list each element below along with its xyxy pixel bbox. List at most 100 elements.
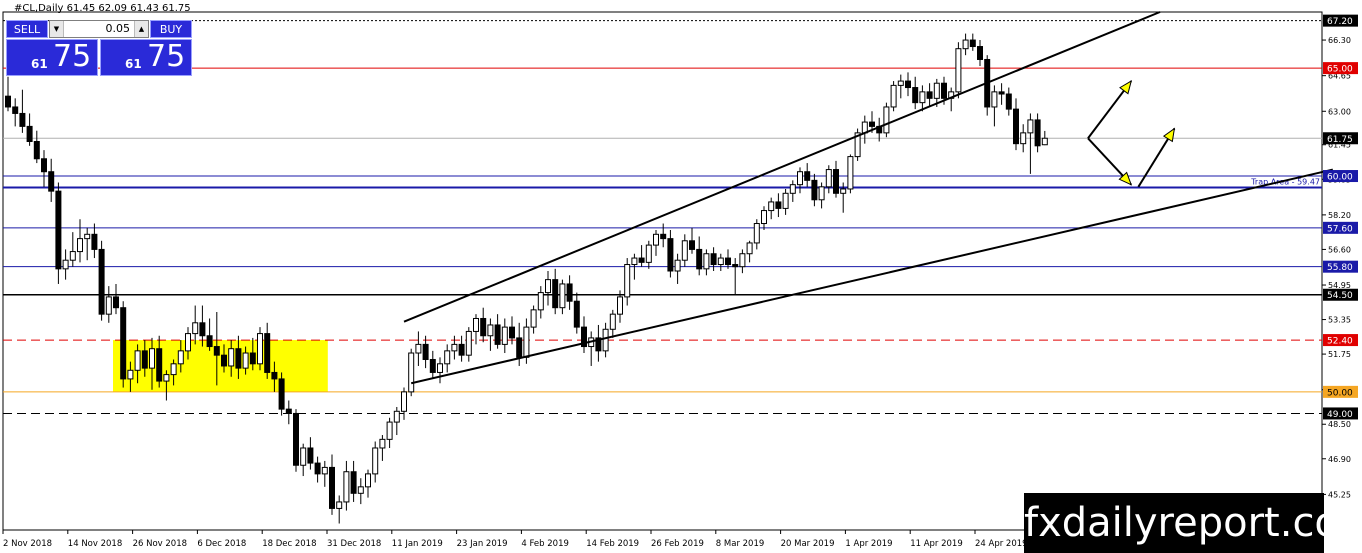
candle-body [530, 309, 537, 328]
y-tick-label: 54.95 [1328, 281, 1351, 290]
candle-body [1034, 119, 1041, 147]
x-tick-label: 26 Nov 2018 [133, 539, 187, 549]
y-tick-label: 63.00 [1328, 107, 1351, 116]
x-tick-label: 24 Apr 2019 [975, 539, 1028, 549]
candle [393, 406, 400, 436]
candle-body [307, 447, 314, 464]
candle-body [789, 184, 796, 194]
lot-size-field[interactable]: ▼ 0.05 ▲ [49, 20, 149, 38]
candle [919, 85, 926, 112]
candles [5, 33, 1048, 524]
candle [480, 307, 487, 343]
x-tick-label: 31 Dec 2018 [327, 539, 381, 549]
candle [307, 437, 314, 470]
candle-body [559, 283, 566, 309]
candle [336, 495, 343, 524]
candle [660, 223, 667, 248]
price-mark-label: 52.40 [1327, 337, 1353, 347]
candle-body [926, 91, 933, 99]
candle [444, 344, 451, 373]
candle-body [847, 156, 854, 190]
buy-price-box[interactable]: 61 75 [100, 39, 192, 76]
candle [897, 74, 904, 99]
candle-body [1027, 119, 1034, 134]
candle [854, 128, 861, 161]
candle-body [501, 326, 508, 345]
y-tick-label: 66.30 [1328, 36, 1351, 45]
candle [797, 167, 803, 194]
candle [782, 188, 789, 215]
price-axis: 66.3064.6563.0061.4559.8558.2056.6054.95… [1322, 14, 1358, 499]
candle [1020, 124, 1027, 153]
x-tick-label: 8 Mar 2019 [716, 539, 764, 549]
candle-body [638, 257, 645, 263]
candle [703, 249, 710, 276]
sell-price-box[interactable]: 61 75 [6, 39, 98, 76]
candle [638, 245, 645, 267]
time-axis: 2 Nov 2018 14 Nov 2018 26 Nov 2018 6 Dec 20… [2, 530, 1028, 549]
candle [487, 318, 494, 351]
candle [905, 72, 911, 97]
buy-button[interactable]: BUY [150, 20, 192, 38]
price-mark-label: 67.20 [1327, 17, 1353, 27]
candle [818, 182, 825, 209]
candle-body [480, 317, 487, 337]
candle-body [1005, 93, 1012, 110]
candle-body [516, 337, 523, 358]
candle [775, 193, 782, 218]
candle [725, 249, 731, 269]
candle [12, 98, 19, 127]
candle [559, 279, 566, 315]
candle-body [242, 352, 249, 369]
candle [573, 292, 580, 334]
candle [98, 240, 105, 321]
candle-body [998, 91, 1005, 95]
candle [926, 83, 933, 107]
candle [473, 314, 479, 345]
candle-body [69, 251, 76, 261]
candle-body [494, 324, 501, 345]
candle-body [149, 348, 155, 369]
candle-body [329, 466, 335, 509]
candle-body [264, 333, 271, 373]
candle-body [739, 253, 746, 268]
candle [753, 219, 760, 250]
candle-body [177, 350, 184, 365]
sell-button[interactable]: SELL [6, 20, 48, 38]
candle-body [509, 326, 515, 339]
candle-body [912, 87, 919, 104]
lot-decrease-icon[interactable]: ▼ [50, 21, 64, 37]
candle-body [523, 326, 530, 358]
candle [667, 229, 674, 278]
candle [804, 163, 811, 187]
candle-body [91, 233, 98, 250]
candle-body [566, 283, 573, 302]
candle-body [991, 91, 998, 108]
candle [912, 76, 919, 110]
candle [365, 469, 371, 498]
x-tick-label: 20 Mar 2019 [781, 539, 835, 549]
candle [257, 327, 263, 371]
candle-body [825, 169, 832, 188]
candle-body [609, 313, 616, 330]
price-chart[interactable]: Trap Area - 59.47 66.3064.6563.0061.4559… [0, 0, 1362, 553]
candle [566, 275, 573, 310]
candle-body [458, 343, 465, 356]
candle-body [1041, 137, 1048, 146]
price-mark-label: 49.00 [1327, 410, 1353, 420]
candle [415, 331, 422, 366]
candle-body [336, 501, 343, 509]
projection-arrows [1087, 80, 1176, 188]
trap-area-label: Trap Area - 59.47 [1250, 177, 1320, 186]
candle-body [955, 48, 962, 93]
lot-increase-icon[interactable]: ▲ [134, 21, 148, 37]
candle-body [473, 317, 479, 332]
candle-body [602, 328, 609, 352]
candle-body [797, 171, 803, 186]
candle [357, 478, 364, 505]
sell-price-minor: 75 [53, 39, 92, 74]
candle [192, 305, 199, 345]
x-tick-label: 26 Feb 2019 [651, 539, 704, 549]
candle-body [725, 257, 731, 266]
candle [62, 249, 69, 280]
